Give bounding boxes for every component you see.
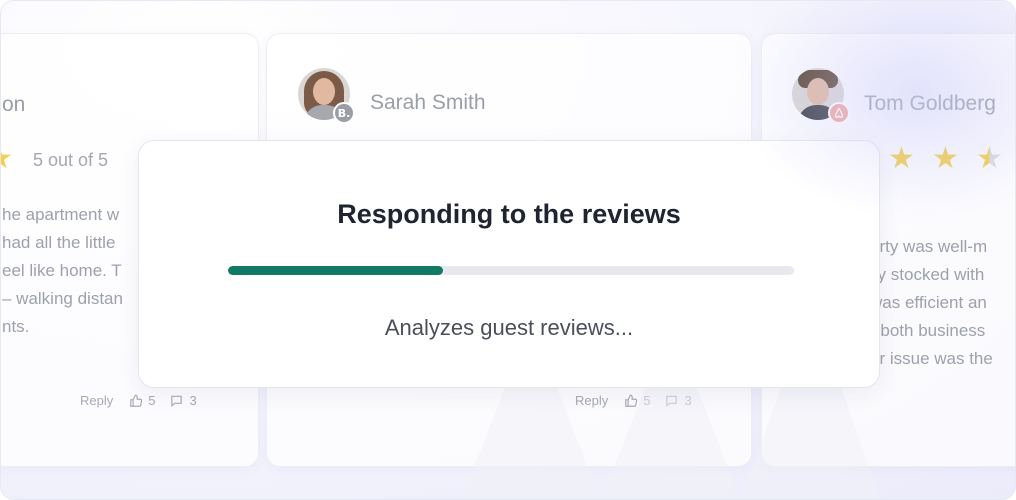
rating-text: 5 out of 5 <box>33 150 109 170</box>
review-line: nts. <box>2 317 30 336</box>
review-line: erty was well-m <box>870 237 988 256</box>
reviewer-name: on <box>2 93 26 116</box>
comment-button[interactable]: 3 <box>169 393 197 408</box>
review-line: eel like home. T <box>2 261 122 280</box>
progress-modal: Responding to the reviews Analyzes guest… <box>138 140 880 388</box>
half-star-icon: ★ <box>976 141 1003 176</box>
like-count: 5 <box>148 393 156 408</box>
comment-count: 3 <box>189 393 197 408</box>
review-line: had all the little <box>2 233 116 252</box>
review-card-footer: Reply 5 3 <box>80 393 211 408</box>
thumbs-up-icon <box>130 394 143 407</box>
like-button[interactable]: 5 <box>129 393 155 408</box>
progress-status-text: Analyzes guest reviews... <box>384 315 634 340</box>
modal-title: Responding to the reviews <box>337 199 681 229</box>
progress-bar-fill <box>228 266 444 275</box>
star-icon: ★ <box>888 141 915 176</box>
review-line: was efficient an <box>870 293 987 312</box>
reviewer-name: Tom Goldberg <box>864 92 996 115</box>
reply-button[interactable]: Reply <box>80 393 113 408</box>
airbnb-icon <box>828 102 850 124</box>
star-icon: ★ <box>1 144 13 174</box>
review-line: or issue was the <box>870 349 993 368</box>
progress-bar <box>228 266 794 275</box>
review-line: he apartment w <box>2 205 120 224</box>
comment-icon <box>171 395 183 407</box>
review-line: – walking distan <box>2 289 123 308</box>
platform-badge: B. <box>333 102 355 124</box>
review-text: erty was well-m lly stocked with was eff… <box>870 233 993 373</box>
star-icon: ★ <box>932 141 959 176</box>
review-responder-background: on ★ 5 out of 5 he apartment w had all t… <box>0 0 1016 500</box>
avatar <box>792 68 844 120</box>
reviewer-name: Sarah Smith <box>370 91 486 114</box>
review-line: r both business <box>870 321 986 340</box>
review-text: he apartment w had all the little eel li… <box>2 201 123 341</box>
review-line: lly stocked with <box>870 265 985 284</box>
